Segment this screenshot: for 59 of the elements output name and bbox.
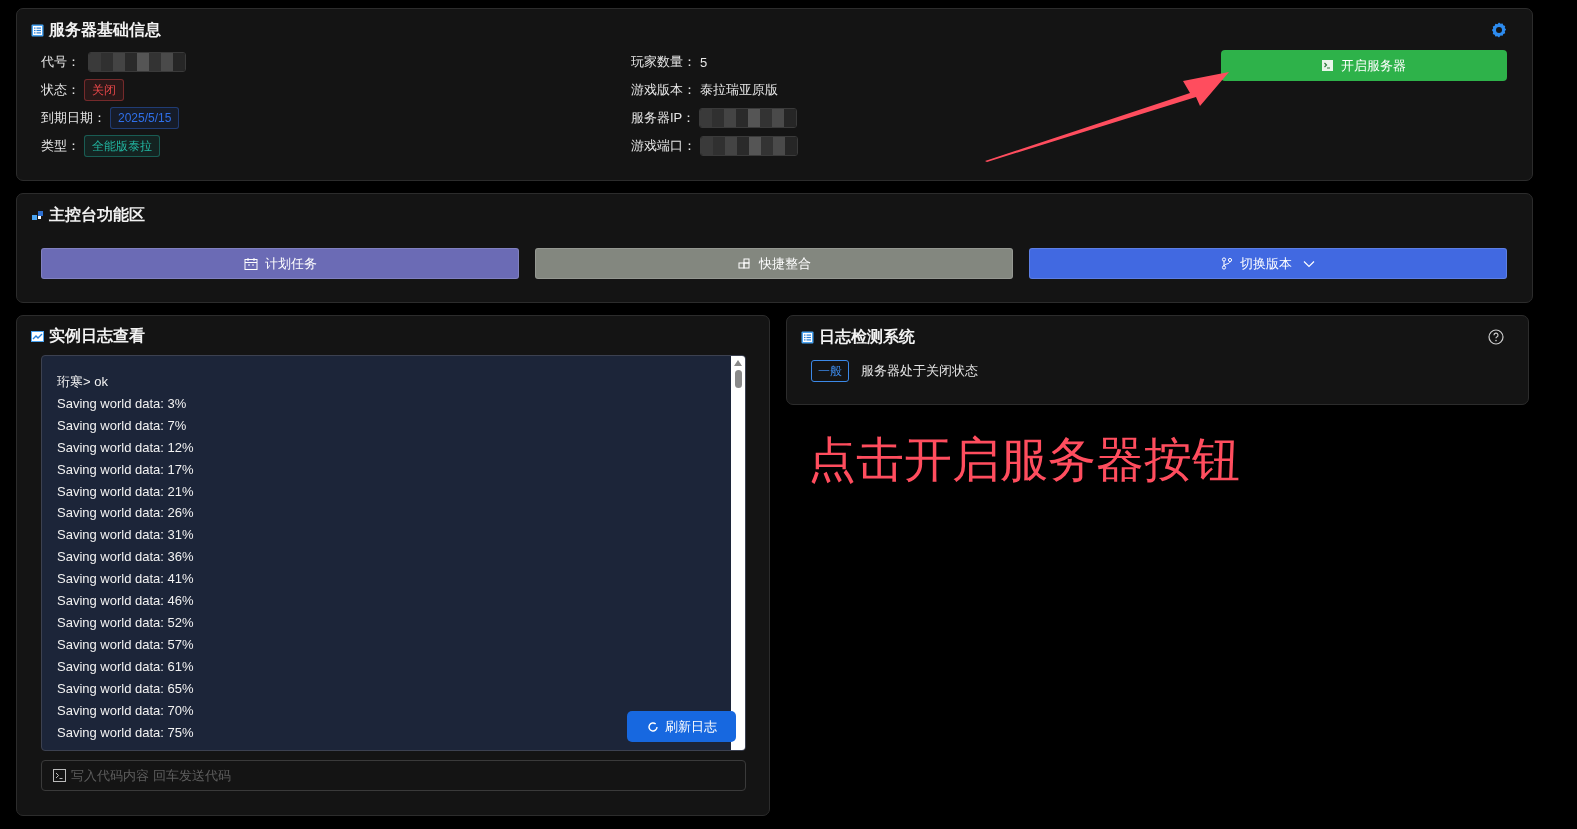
status-tag: 关闭 <box>84 79 124 101</box>
log-line: Saving world data: 12% <box>57 438 194 457</box>
log-line: 珩寒> ok <box>57 373 108 391</box>
log-line: Saving world data: 52% <box>57 613 194 632</box>
chart-icon <box>31 329 44 343</box>
card-title: 主控台功能区 <box>49 204 145 225</box>
status-tag: 全能版泰拉 <box>84 135 160 157</box>
scroll-up-icon[interactable] <box>734 360 742 366</box>
refresh-log-button[interactable]: 刷新日志 <box>627 711 736 742</box>
command-input[interactable]: 写入代码内容 回车发送代码 <box>41 760 746 791</box>
field-value: 5 <box>700 54 708 70</box>
log-line: Saving world data: 46% <box>57 592 194 611</box>
card-title: 日志检测系统 <box>819 326 915 347</box>
log-line: Saving world data: 41% <box>57 570 194 589</box>
windows-icon <box>737 257 752 270</box>
refresh-icon <box>646 720 659 733</box>
log-line: Saving world data: 17% <box>57 460 194 479</box>
action-button[interactable]: 切换版本 <box>1029 248 1507 279</box>
field-label: 玩家数量： <box>631 53 696 71</box>
log-line: Saving world data: 21% <box>57 482 194 501</box>
card-title: 服务器基础信息 <box>49 19 161 40</box>
log-line: Saving world data: 3% <box>57 394 187 413</box>
level-tag: 一般 <box>811 360 849 382</box>
annotation-text: 点击开启服务器按钮 <box>808 432 1240 488</box>
field-label: 游戏版本： <box>631 81 696 99</box>
status-tag: 2025/5/15 <box>110 107 180 129</box>
log-line: Saving world data: 26% <box>57 504 194 523</box>
log-line: Saving world data: 61% <box>57 657 194 676</box>
log-line: Saving world data: 70% <box>57 701 194 720</box>
caret-icon <box>1303 259 1315 268</box>
scrollbar-thumb[interactable] <box>734 370 742 388</box>
blocks-icon <box>31 208 44 222</box>
action-button[interactable]: 计划任务 <box>41 248 519 279</box>
start-server-button[interactable]: 开启服务器 <box>1221 50 1507 81</box>
branch-icon <box>1221 257 1233 270</box>
scrollbar[interactable] <box>731 356 745 750</box>
field-label: 游戏端口： <box>631 137 696 155</box>
log-line: Saving world data: 75% <box>57 723 194 742</box>
card-title: 实例日志查看 <box>49 325 145 346</box>
settings-icon[interactable] <box>1491 22 1507 38</box>
log-line: Saving world data: 31% <box>57 526 194 545</box>
field-label: 类型： <box>41 137 80 155</box>
field-label: 服务器IP： <box>631 109 696 127</box>
log-message: 服务器处于关闭状态 <box>861 362 978 380</box>
help-icon[interactable] <box>1488 329 1504 345</box>
action-button[interactable]: 快捷整合 <box>535 248 1013 279</box>
calendar-icon <box>243 257 258 270</box>
field-value: 泰拉瑞亚原版 <box>700 81 778 99</box>
log-line: Saving world data: 65% <box>57 679 194 698</box>
field-label: 代号： <box>41 53 80 71</box>
terminal-icon <box>1322 60 1333 71</box>
field-label: 状态： <box>41 81 80 99</box>
list-icon <box>31 23 44 37</box>
log-line: Saving world data: 7% <box>57 416 187 435</box>
field-label: 到期日期： <box>41 109 106 127</box>
log-line: Saving world data: 57% <box>57 635 194 654</box>
log-line: Saving world data: 36% <box>57 548 194 567</box>
list-icon <box>801 330 814 344</box>
terminal-icon <box>53 769 66 782</box>
